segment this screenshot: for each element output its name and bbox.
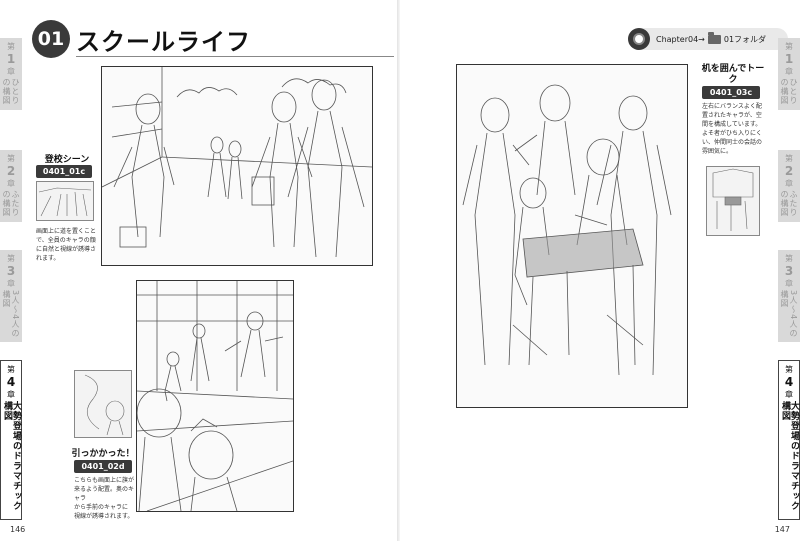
chapter-tab-4-active[interactable]: 第 4 章 大勢登場のドラマチック構図	[0, 360, 22, 520]
tab-number: 2	[6, 164, 16, 178]
caption-line: 左右にバランスよく配	[702, 103, 762, 110]
tab-suffix: 章	[785, 390, 793, 399]
tab-number: 4	[784, 375, 794, 389]
thumbnail-02d[interactable]	[74, 370, 132, 438]
tab-prefix: 第	[785, 154, 793, 163]
tab-title: 3人〜4人の構図	[2, 290, 20, 339]
tab-suffix: 章	[7, 390, 15, 399]
caption-line: 置されたキャラが、空	[702, 112, 762, 119]
illustration-commute-scene	[101, 66, 373, 266]
arrow-icon: →	[698, 34, 705, 44]
tab-prefix: 第	[7, 42, 15, 51]
thumbnail-drawing	[84, 374, 125, 436]
illustration-desk-talk-scene	[456, 64, 688, 408]
tab-title: ふたりの構図	[780, 190, 798, 217]
section-heading: 01 スクールライフ	[32, 20, 251, 58]
tab-suffix: 章	[7, 67, 15, 76]
tab-number: 1	[6, 52, 16, 66]
caption-text-desk-talk: 左右にバランスよく配 置されたキャラが、空 間を構成しています。 よそ者がひち入…	[702, 102, 764, 156]
caption-title-caught: 引っかかった！	[71, 449, 135, 459]
tab-number: 1	[784, 52, 794, 66]
tab-number: 3	[6, 264, 16, 278]
caption-line: から手前のキャラに	[74, 504, 129, 511]
section-number-badge: 01	[32, 20, 70, 58]
tab-prefix: 第	[785, 42, 793, 51]
tab-number: 3	[784, 264, 794, 278]
caption-line: い、仲間同士の会話の	[702, 139, 763, 146]
caption-title-commute: 登校シーン	[44, 155, 90, 165]
tab-title: ひとりの構図	[780, 78, 798, 105]
tab-title: ひとりの構図	[2, 78, 20, 105]
tab-suffix: 章	[7, 179, 15, 188]
thumbnail-03c[interactable]	[706, 166, 760, 236]
tab-title: 大勢登場のドラマチック構図	[780, 401, 799, 511]
chapter-tab-2[interactable]: 第 2 章 ふたりの構図	[778, 150, 800, 222]
tab-prefix: 第	[7, 154, 15, 163]
tab-prefix: 第	[785, 365, 793, 374]
caption-line: 雰囲気に。	[702, 148, 733, 155]
chapter-label: Chapter04	[656, 34, 699, 44]
tab-prefix: 第	[7, 254, 15, 263]
caption-text-caught: こちらも画面上に旗が 来るよう配置。奥のキャラ から手前のキャラに 視線が誘導さ…	[74, 476, 136, 521]
tab-prefix: 第	[7, 365, 15, 374]
chapter-tab-4-active[interactable]: 第 4 章 大勢登場のドラマチック構図	[778, 360, 800, 520]
thumbnail-drawing	[38, 187, 92, 217]
chapter-tab-3[interactable]: 第 3 章 3人〜4人の構図	[0, 250, 22, 342]
chapter-tab-1[interactable]: 第 1 章 ひとりの構図	[778, 38, 800, 110]
caption-text-commute: 画面上に道を置くことで、全員のキャラの顔 に自然と視線が誘導さ れます。	[36, 227, 98, 263]
title-underline	[76, 56, 394, 57]
right-page: Chapter04 → 01フォルダ 机を囲んでトーク 0401_03c 左右に…	[400, 0, 800, 541]
folder-label: 01フォルダ	[723, 34, 767, 44]
chapter-tab-2[interactable]: 第 2 章 ふたりの構図	[0, 150, 22, 222]
tab-number: 4	[6, 375, 16, 389]
thumbnail-drawing	[712, 168, 754, 231]
tab-number: 2	[784, 164, 794, 178]
caption-line: 間を構成しています。	[702, 121, 762, 128]
caption-line: に自然と視線が誘導さ	[36, 246, 97, 253]
chapter-path-bar: Chapter04 → 01フォルダ	[628, 28, 788, 50]
tab-suffix: 章	[785, 179, 793, 188]
sketch-caught-drawing	[137, 281, 293, 511]
file-code-badge-02d: 0401_02d	[74, 460, 132, 473]
tab-suffix: 章	[785, 67, 793, 76]
book-spread: 第 1 章 ひとりの構図 第 2 章 ふたりの構図 第 3 章 3人〜4人の構図…	[0, 0, 800, 541]
caption-line: 視線が誘導されます。	[74, 513, 134, 520]
left-page: 第 1 章 ひとりの構図 第 2 章 ふたりの構図 第 3 章 3人〜4人の構図…	[0, 0, 400, 541]
illustration-caught-scene	[136, 280, 294, 512]
tab-suffix: 章	[7, 279, 15, 288]
folder-icon	[707, 31, 721, 44]
chapter-tab-3[interactable]: 第 3 章 3人〜4人の構図	[778, 250, 800, 342]
page-number-left: 146	[10, 525, 26, 534]
caption-line: こちらも画面上に旗が	[74, 477, 135, 484]
chapter-tab-1[interactable]: 第 1 章 ひとりの構図	[0, 38, 22, 110]
tab-suffix: 章	[785, 279, 793, 288]
disc-icon	[628, 28, 650, 50]
sketch-commute-drawing	[102, 67, 372, 258]
sketch-desk-talk-drawing	[462, 84, 672, 376]
caption-line: 画面上に道を置くことで、全員のキャラの顔	[36, 228, 97, 244]
caption-line: れます。	[36, 255, 60, 262]
section-title: スクールライフ	[76, 27, 251, 56]
caption-line: よそ者がひち入りにく	[702, 130, 762, 137]
tab-title: 大勢登場のドラマチック構図	[2, 401, 21, 511]
file-code-badge-03c: 0401_03c	[702, 86, 760, 99]
tab-title: 3人〜4人の構図	[780, 290, 798, 339]
file-code-badge-01c: 0401_01c	[36, 165, 92, 178]
page-number-right: 147	[774, 525, 790, 534]
caption-line: 来るよう配置。奥のキャラ	[74, 486, 135, 502]
tab-title: ふたりの構図	[2, 190, 20, 217]
tab-prefix: 第	[785, 254, 793, 263]
thumbnail-01c[interactable]	[36, 181, 94, 221]
caption-title-desk-talk: 机を囲んでトーク	[701, 64, 765, 85]
